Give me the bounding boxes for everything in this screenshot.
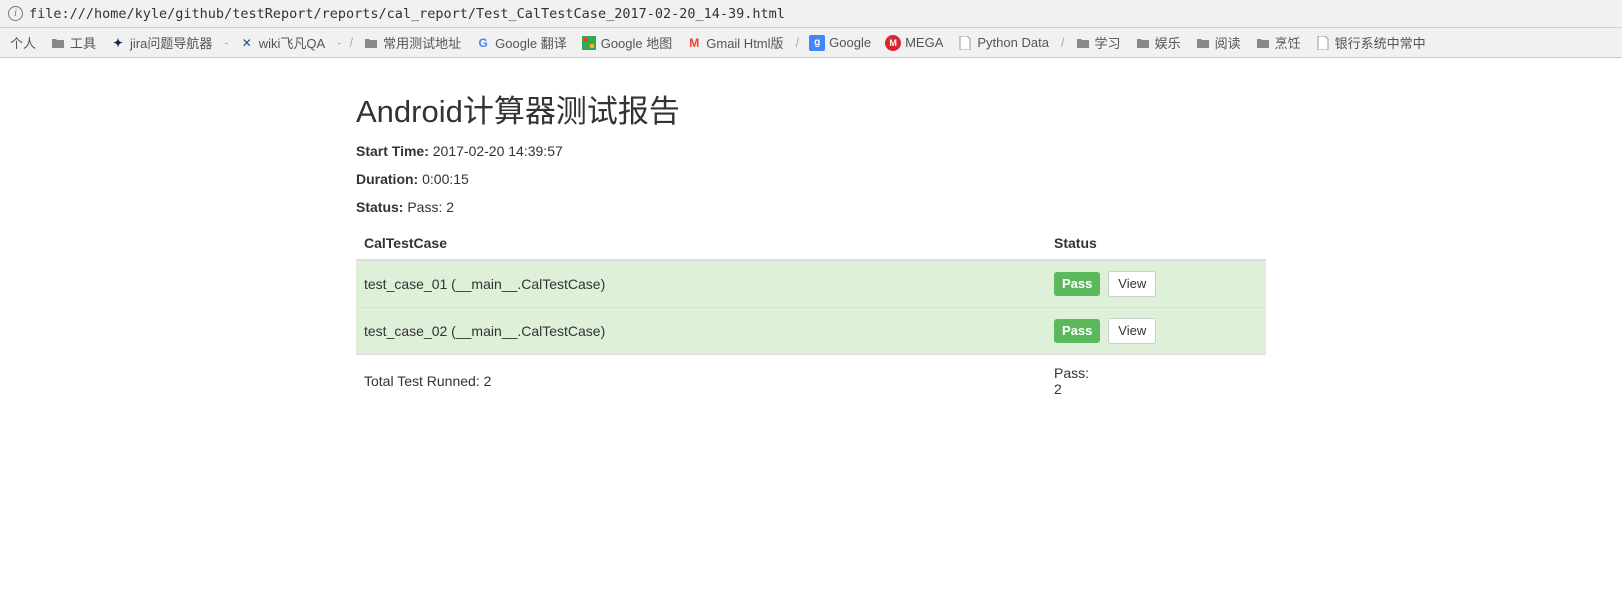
- table-footer-row: Total Test Runned: 2 Pass: 2: [356, 355, 1266, 408]
- status-badge: Pass: [1054, 272, 1100, 296]
- address-bar: i file:///home/kyle/github/testReport/re…: [0, 0, 1622, 28]
- mega-icon: M: [885, 35, 901, 51]
- bookmark-folder-entertain[interactable]: 娱乐: [1129, 29, 1187, 56]
- status-line: Status: Pass: 2: [356, 199, 1266, 215]
- bookmark-folder-testaddr[interactable]: 常用测试地址: [357, 29, 467, 56]
- bookmark-label: 银行系统中常中: [1335, 33, 1426, 52]
- bookmark-google-maps[interactable]: Google 地图: [575, 29, 679, 56]
- table-row: test_case_02 (__main__.CalTestCase) Pass…: [356, 308, 1266, 355]
- bookmark-bank[interactable]: 银行系统中常中: [1309, 29, 1432, 56]
- wiki-icon: ✕: [239, 35, 255, 51]
- bookmarks-bar: 个人 工具 ✦ jira问题导航器 - ✕ wiki飞凡QA - / 常用测试地…: [0, 28, 1622, 58]
- folder-icon: [1255, 35, 1271, 51]
- bookmark-label: wiki飞凡QA: [259, 33, 325, 52]
- folder-icon: [1195, 35, 1211, 51]
- folder-icon: [1075, 35, 1091, 51]
- bookmark-jira[interactable]: ✦ jira问题导航器: [104, 29, 218, 56]
- footer-pass-value: 2: [1054, 381, 1062, 397]
- bookmark-python-data[interactable]: Python Data: [951, 31, 1055, 55]
- info-icon[interactable]: i: [8, 6, 23, 21]
- bookmark-folder-read[interactable]: 阅读: [1189, 29, 1247, 56]
- case-status-cell: Pass View: [1046, 260, 1266, 308]
- folder-icon: [363, 35, 379, 51]
- bookmark-label: 个人: [10, 33, 36, 52]
- bookmark-label: 学习: [1095, 33, 1121, 52]
- bookmark-label: Gmail Html版: [706, 33, 783, 52]
- translate-icon: G: [475, 35, 491, 51]
- view-button[interactable]: View: [1108, 271, 1156, 297]
- bookmark-label: 阅读: [1215, 33, 1241, 52]
- bookmark-label: Python Data: [977, 35, 1049, 50]
- bookmark-label: 常用测试地址: [383, 33, 461, 52]
- case-name: test_case_02 (__main__.CalTestCase): [356, 308, 1046, 355]
- bookmark-label: 工具: [70, 33, 96, 52]
- bookmark-mega[interactable]: M MEGA: [879, 31, 949, 55]
- page-icon: [1315, 35, 1331, 51]
- folder-icon: [50, 35, 66, 51]
- case-status-cell: Pass View: [1046, 308, 1266, 355]
- gmail-icon: M: [686, 35, 702, 51]
- report-container: Android计算器测试报告 Start Time: 2017-02-20 14…: [341, 58, 1281, 407]
- start-time-value: 2017-02-20 14:39:57: [433, 143, 563, 159]
- maps-icon: [581, 35, 597, 51]
- folder-icon: [1135, 35, 1151, 51]
- bookmark-folder-study[interactable]: 学习: [1069, 29, 1127, 56]
- bookmark-folder-tools[interactable]: 工具: [44, 29, 102, 56]
- bookmark-wiki[interactable]: ✕ wiki飞凡QA: [233, 29, 331, 56]
- bookmark-label: 烹饪: [1275, 33, 1301, 52]
- bookmark-separator: -: [333, 35, 345, 50]
- status-label: Status:: [356, 199, 403, 215]
- bookmark-separator: /: [792, 35, 804, 50]
- bookmark-label: jira问题导航器: [130, 33, 212, 52]
- start-time-line: Start Time: 2017-02-20 14:39:57: [356, 143, 1266, 159]
- page-title: Android计算器测试报告: [356, 86, 1266, 131]
- results-table: CalTestCase Status test_case_01 (__main_…: [356, 227, 1266, 407]
- page-icon: [957, 35, 973, 51]
- table-row: test_case_01 (__main__.CalTestCase) Pass…: [356, 260, 1266, 308]
- view-button[interactable]: View: [1108, 318, 1156, 344]
- bookmark-label: 娱乐: [1155, 33, 1181, 52]
- status-value: Pass: 2: [407, 199, 454, 215]
- th-status: Status: [1046, 227, 1266, 260]
- bookmark-folder-cook[interactable]: 烹饪: [1249, 29, 1307, 56]
- bookmark-separator: /: [346, 35, 358, 50]
- start-time-label: Start Time:: [356, 143, 429, 159]
- url-text[interactable]: file:///home/kyle/github/testReport/repo…: [29, 6, 785, 22]
- duration-value: 0:00:15: [422, 171, 469, 187]
- footer-pass: Pass: 2: [1046, 355, 1266, 408]
- bookmark-label: Google: [829, 35, 871, 50]
- bookmark-separator: /: [1057, 35, 1069, 50]
- case-name: test_case_01 (__main__.CalTestCase): [356, 260, 1046, 308]
- status-badge: Pass: [1054, 319, 1100, 343]
- footer-pass-label: Pass:: [1054, 365, 1089, 381]
- duration-line: Duration: 0:00:15: [356, 171, 1266, 187]
- th-case: CalTestCase: [356, 227, 1046, 260]
- google-icon: g: [809, 35, 825, 51]
- bookmark-label: Google 翻译: [495, 33, 567, 52]
- bookmark-label: Google 地图: [601, 33, 673, 52]
- bookmark-google-translate[interactable]: G Google 翻译: [469, 29, 573, 56]
- jira-icon: ✦: [110, 35, 126, 51]
- bookmark-gmail[interactable]: M Gmail Html版: [680, 29, 789, 56]
- total-runned: Total Test Runned: 2: [356, 355, 1046, 408]
- bookmark-personal[interactable]: 个人: [4, 29, 42, 56]
- bookmark-google[interactable]: g Google: [803, 31, 877, 55]
- bookmark-label: MEGA: [905, 35, 943, 50]
- duration-label: Duration:: [356, 171, 418, 187]
- bookmark-separator: -: [220, 35, 232, 50]
